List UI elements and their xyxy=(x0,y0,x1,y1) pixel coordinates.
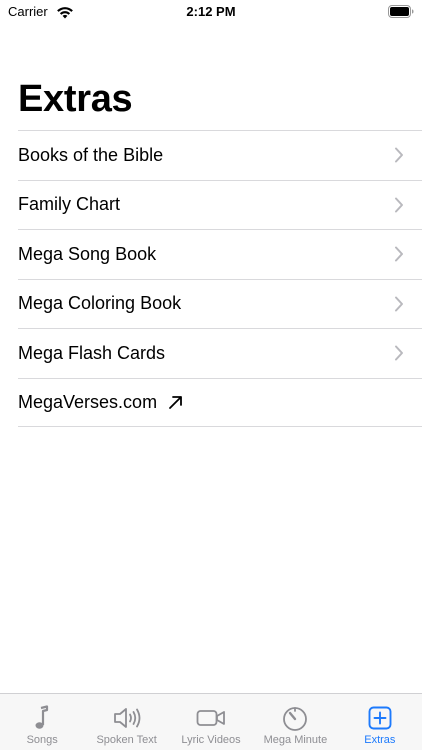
list-item-mega-flash-cards[interactable]: Mega Flash Cards xyxy=(18,328,422,378)
list-item-label: Books of the Bible xyxy=(18,144,164,165)
tab-songs[interactable]: Songs xyxy=(0,694,84,750)
timer-icon xyxy=(283,707,308,731)
status-bar: Carrier 2:12 PM xyxy=(0,0,422,24)
chevron-right-icon xyxy=(395,147,403,163)
chevron-right-icon xyxy=(395,296,403,312)
tab-label: Songs xyxy=(26,734,58,746)
tab-label: Lyric Videos xyxy=(181,734,241,746)
page-title: Extras xyxy=(18,78,133,120)
tab-extras[interactable]: Extras xyxy=(338,694,422,750)
tab-lyric-videos[interactable]: Lyric Videos xyxy=(169,694,253,750)
list-item-books-of-the-bible[interactable]: Books of the Bible xyxy=(18,130,422,180)
tab-label: Spoken Text xyxy=(96,734,157,746)
screen: Carrier 2:12 PM Extras Books of the Bibl… xyxy=(0,0,422,750)
list-item-family-chart[interactable]: Family Chart xyxy=(18,179,422,230)
tab-bar: Songs Spoken Text Lyric Videos Mega Minu… xyxy=(0,693,422,750)
list-item-label: Family Chart xyxy=(18,194,121,215)
list-item-label: Mega Coloring Book xyxy=(18,293,182,314)
link-content: MegaVerses.com xyxy=(18,392,183,413)
speaker-icon xyxy=(113,708,141,728)
chevron-right-icon xyxy=(395,246,403,262)
list-item-megaverses-link[interactable]: MegaVerses.com xyxy=(18,377,422,427)
list-item-mega-song-book[interactable]: Mega Song Book xyxy=(18,229,422,279)
list-item-mega-coloring-book[interactable]: Mega Coloring Book xyxy=(18,278,422,329)
external-link-arrow-icon xyxy=(169,395,182,409)
clock: 2:12 PM xyxy=(186,4,236,19)
list-item-label: Mega Song Book xyxy=(18,243,157,264)
plus-square-icon xyxy=(368,706,392,730)
chevron-right-icon xyxy=(395,197,403,213)
battery-icon xyxy=(388,5,414,18)
list-item-label: Mega Flash Cards xyxy=(18,342,166,363)
list-item-label: MegaVerses.com xyxy=(18,391,158,412)
video-camera-icon xyxy=(196,710,225,726)
tab-label: Extras xyxy=(364,734,396,746)
tab-label: Mega Minute xyxy=(263,734,328,746)
extras-list: Books of the Bible Family Chart Mega Son… xyxy=(18,130,422,427)
tab-mega-minute[interactable]: Mega Minute xyxy=(253,694,337,750)
chevron-right-icon xyxy=(395,345,403,361)
music-note-icon xyxy=(35,705,49,729)
tab-spoken-text[interactable]: Spoken Text xyxy=(84,694,168,750)
